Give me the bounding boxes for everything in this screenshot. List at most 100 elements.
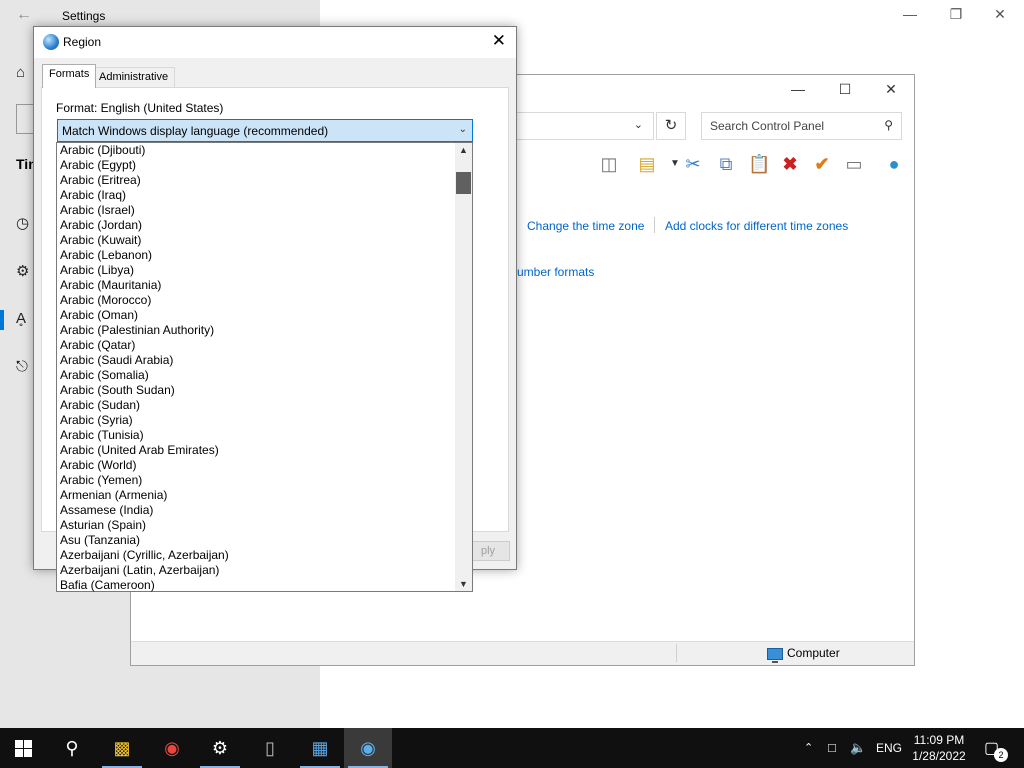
scroll-up-icon[interactable]: ▲ — [455, 143, 472, 157]
file-explorer-icon[interactable]: ▩ — [98, 728, 146, 768]
start-button[interactable] — [0, 728, 48, 768]
link-divider — [654, 217, 655, 233]
search-input[interactable]: Search Control Panel ⚲ — [701, 112, 902, 140]
rename-icon[interactable]: ▭ — [843, 153, 865, 175]
delete-icon[interactable]: ✖ — [779, 153, 801, 175]
dropdown-scrollbar[interactable]: ▲ ▼ — [455, 143, 472, 591]
region-globe-icon — [43, 34, 59, 50]
language-indicator[interactable]: ENG — [876, 728, 902, 768]
control-panel-icon[interactable]: ▦ — [296, 728, 344, 768]
dropdown-option[interactable]: Arabic (United Arab Emirates) — [57, 443, 456, 458]
dropdown-option[interactable]: Arabic (Somalia) — [57, 368, 456, 383]
chrome-icon[interactable]: ◉ — [148, 728, 196, 768]
dropdown-option[interactable]: Arabic (Palestinian Authority) — [57, 323, 456, 338]
minimize-icon[interactable]: — — [900, 6, 920, 22]
pane-icon[interactable]: ◫ — [598, 153, 620, 175]
dropdown-option[interactable]: Arabic (Lebanon) — [57, 248, 456, 263]
search-icon[interactable]: ⚲ — [48, 728, 96, 768]
globe-gear-icon[interactable]: ⚙ — [16, 262, 29, 280]
checkmark-icon[interactable]: ✔ — [811, 153, 833, 175]
dropdown-option[interactable]: Arabic (Kuwait) — [57, 233, 456, 248]
dropdown-option[interactable]: Arabic (Djibouti) — [57, 143, 456, 158]
dropdown-option[interactable]: Asu (Tanzania) — [57, 533, 456, 548]
add-clocks-link[interactable]: Add clocks for different time zones — [665, 219, 848, 233]
change-time-zone-link[interactable]: Change the time zone — [527, 219, 644, 233]
dropdown-option[interactable]: Arabic (World) — [57, 458, 456, 473]
dropdown-option[interactable]: Arabic (Morocco) — [57, 293, 456, 308]
dropdown-items: Arabic (Djibouti) Arabic (Egypt) Arabic (E… — [57, 143, 456, 593]
microphone-icon[interactable]: ⎋ — [16, 358, 28, 375]
dropdown-option[interactable]: Arabic (Oman) — [57, 308, 456, 323]
dropdown-option[interactable]: Assamese (India) — [57, 503, 456, 518]
taskbar: ⚲ ▩ ◉ ⚙ ▯ ▦ ◉ ⌃ □ 🔈 ENG 11:09 PM 1/28/20… — [0, 728, 1024, 768]
globe-icon[interactable]: ● — [883, 153, 905, 175]
close-icon[interactable]: ✕ — [492, 31, 506, 51]
dropdown-option[interactable]: Armenian (Armenia) — [57, 488, 456, 503]
search-placeholder: Search Control Panel — [710, 119, 825, 133]
chevron-down-icon[interactable]: ⌄ — [459, 124, 467, 135]
dropdown-option[interactable]: Arabic (Libya) — [57, 263, 456, 278]
tab-administrative[interactable]: Administrative — [92, 67, 176, 87]
format-select[interactable]: Match Windows display language (recommen… — [57, 119, 473, 142]
dropdown-option[interactable]: Arabic (Sudan) — [57, 398, 456, 413]
copy-icon[interactable]: ⧉ — [715, 153, 737, 175]
region-title: Region — [63, 35, 102, 49]
language-icon[interactable]: Ḁ — [16, 310, 26, 327]
status-bar: Computer — [131, 641, 914, 665]
clock-date: 1/28/2022 — [912, 749, 966, 763]
dropdown-option[interactable]: Arabic (Egypt) — [57, 158, 456, 173]
dropdown-option[interactable]: Bafia (Cameroon) — [57, 578, 456, 593]
dropdown-option[interactable]: Arabic (Yemen) — [57, 473, 456, 488]
back-arrow-icon[interactable]: ← — [16, 6, 32, 24]
close-icon[interactable]: ✕ — [879, 81, 903, 98]
chevron-up-icon[interactable]: ⌃ — [804, 728, 813, 768]
dropdown-option[interactable]: Arabic (Syria) — [57, 413, 456, 428]
notification-count: 2 — [994, 748, 1008, 762]
maximize-icon[interactable]: ❐ — [946, 6, 966, 23]
close-icon[interactable]: ✕ — [990, 6, 1010, 23]
dropdown-option[interactable]: Arabic (Tunisia) — [57, 428, 456, 443]
chevron-down-icon[interactable]: ⌄ — [634, 118, 643, 131]
properties-icon[interactable]: ▤ — [636, 153, 658, 175]
scrollbar-thumb[interactable] — [456, 172, 471, 194]
computer-icon — [767, 647, 783, 663]
status-divider — [676, 644, 677, 662]
dropdown-option[interactable]: Arabic (Mauritania) — [57, 278, 456, 293]
home-icon[interactable]: ⌂ — [16, 64, 25, 81]
format-label: Format: English (United States) — [56, 101, 224, 115]
start-icon — [15, 740, 32, 757]
minimize-icon[interactable]: — — [786, 81, 810, 97]
dropdown-option[interactable]: Azerbaijani (Cyrillic, Azerbaijan) — [57, 548, 456, 563]
dropdown-option[interactable]: Arabic (Qatar) — [57, 338, 456, 353]
refresh-icon[interactable]: ↻ — [656, 112, 686, 140]
dropdown-option[interactable]: Arabic (Iraq) — [57, 188, 456, 203]
clock[interactable]: 11:09 PM 1/28/2022 — [908, 732, 970, 764]
cut-icon[interactable]: ✂ — [682, 153, 704, 175]
number-formats-link[interactable]: umber formats — [517, 265, 594, 279]
scroll-down-icon[interactable]: ▼ — [455, 577, 472, 591]
paste-icon[interactable]: 📋 — [748, 153, 770, 175]
selected-nav-indicator — [0, 310, 4, 330]
settings-gear-icon[interactable]: ⚙ — [196, 728, 244, 768]
maximize-icon[interactable]: ☐ — [833, 81, 857, 98]
dropdown-option[interactable]: Arabic (Jordan) — [57, 218, 456, 233]
tab-formats[interactable]: Formats — [42, 64, 97, 88]
dropdown-option[interactable]: Arabic (Saudi Arabia) — [57, 353, 456, 368]
clock-time: 11:09 PM — [913, 733, 965, 747]
settings-window-title: Settings — [62, 9, 106, 23]
clock-calendar-icon[interactable]: ◷ — [16, 214, 29, 232]
region-globe-icon[interactable]: ◉ — [344, 728, 392, 768]
status-computer: Computer — [767, 646, 840, 663]
status-computer-label: Computer — [787, 646, 840, 660]
network-icon[interactable]: □ — [828, 728, 836, 768]
dropdown-option[interactable]: Asturian (Spain) — [57, 518, 456, 533]
dropdown-option[interactable]: Arabic (South Sudan) — [57, 383, 456, 398]
dropdown-option[interactable]: Azerbaijani (Latin, Azerbaijan) — [57, 563, 456, 578]
format-dropdown-list[interactable]: Arabic (Djibouti) Arabic (Egypt) Arabic (E… — [56, 142, 473, 592]
dropdown-option[interactable]: Arabic (Israel) — [57, 203, 456, 218]
dropdown-option[interactable]: Arabic (Eritrea) — [57, 173, 456, 188]
volume-muted-icon[interactable]: 🔈 — [850, 728, 866, 768]
mouse-icon[interactable]: ▯ — [246, 728, 294, 768]
address-bar[interactable]: ⌄ — [516, 112, 654, 140]
search-icon[interactable]: ⚲ — [884, 118, 893, 132]
